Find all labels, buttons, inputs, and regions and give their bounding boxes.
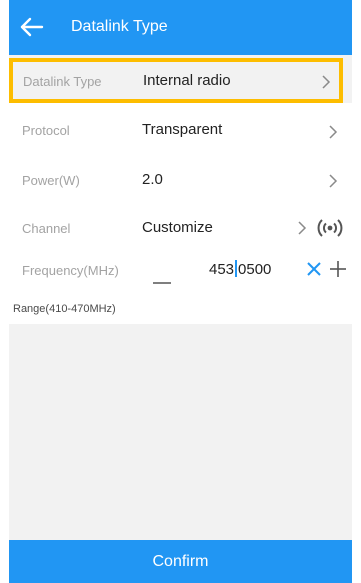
plus-icon xyxy=(330,261,346,277)
datalink-type-row[interactable]: Datalink Type Internal radio xyxy=(9,58,343,103)
frequency-label: Frequency(MHz) xyxy=(22,263,119,278)
radio-signal-icon[interactable] xyxy=(317,217,343,239)
chevron-right-icon xyxy=(329,125,338,139)
power-label: Power(W) xyxy=(22,173,80,188)
chevron-right-icon xyxy=(329,174,338,188)
protocol-label: Protocol xyxy=(22,123,70,138)
clear-frequency-button[interactable] xyxy=(305,260,323,278)
text-cursor xyxy=(235,260,238,277)
channel-value: Customize xyxy=(142,219,213,236)
chevron-right-icon xyxy=(298,221,307,235)
range-hint: Range(410-470MHz) xyxy=(13,303,116,315)
increase-frequency-button[interactable] xyxy=(329,260,347,278)
frequency-input[interactable]: 453 0500 xyxy=(209,260,289,282)
back-button[interactable] xyxy=(19,14,45,40)
range-hint-row: Range(410-470MHz) xyxy=(9,296,352,324)
datalink-type-screen: Datalink Type Datalink Type Internal rad… xyxy=(9,0,352,583)
arrow-left-icon xyxy=(20,17,44,37)
confirm-label: Confirm xyxy=(152,553,209,570)
datalink-type-label: Datalink Type xyxy=(23,74,102,89)
app-bar: Datalink Type xyxy=(9,0,352,55)
decrease-frequency-button[interactable] xyxy=(153,268,171,291)
power-value: 2.0 xyxy=(142,171,163,188)
confirm-button[interactable]: Confirm xyxy=(9,540,352,583)
page-title: Datalink Type xyxy=(71,18,168,35)
channel-label: Channel xyxy=(22,221,71,236)
close-icon xyxy=(307,262,321,276)
chevron-right-icon xyxy=(322,75,331,89)
frequency-value-integer: 453 xyxy=(209,261,235,278)
protocol-value: Transparent xyxy=(142,121,223,138)
frequency-row: Frequency(MHz) xyxy=(9,247,352,296)
datalink-type-value: Internal radio xyxy=(143,72,231,89)
minus-icon xyxy=(153,282,171,284)
frequency-value-fraction: 0500 xyxy=(238,261,272,278)
